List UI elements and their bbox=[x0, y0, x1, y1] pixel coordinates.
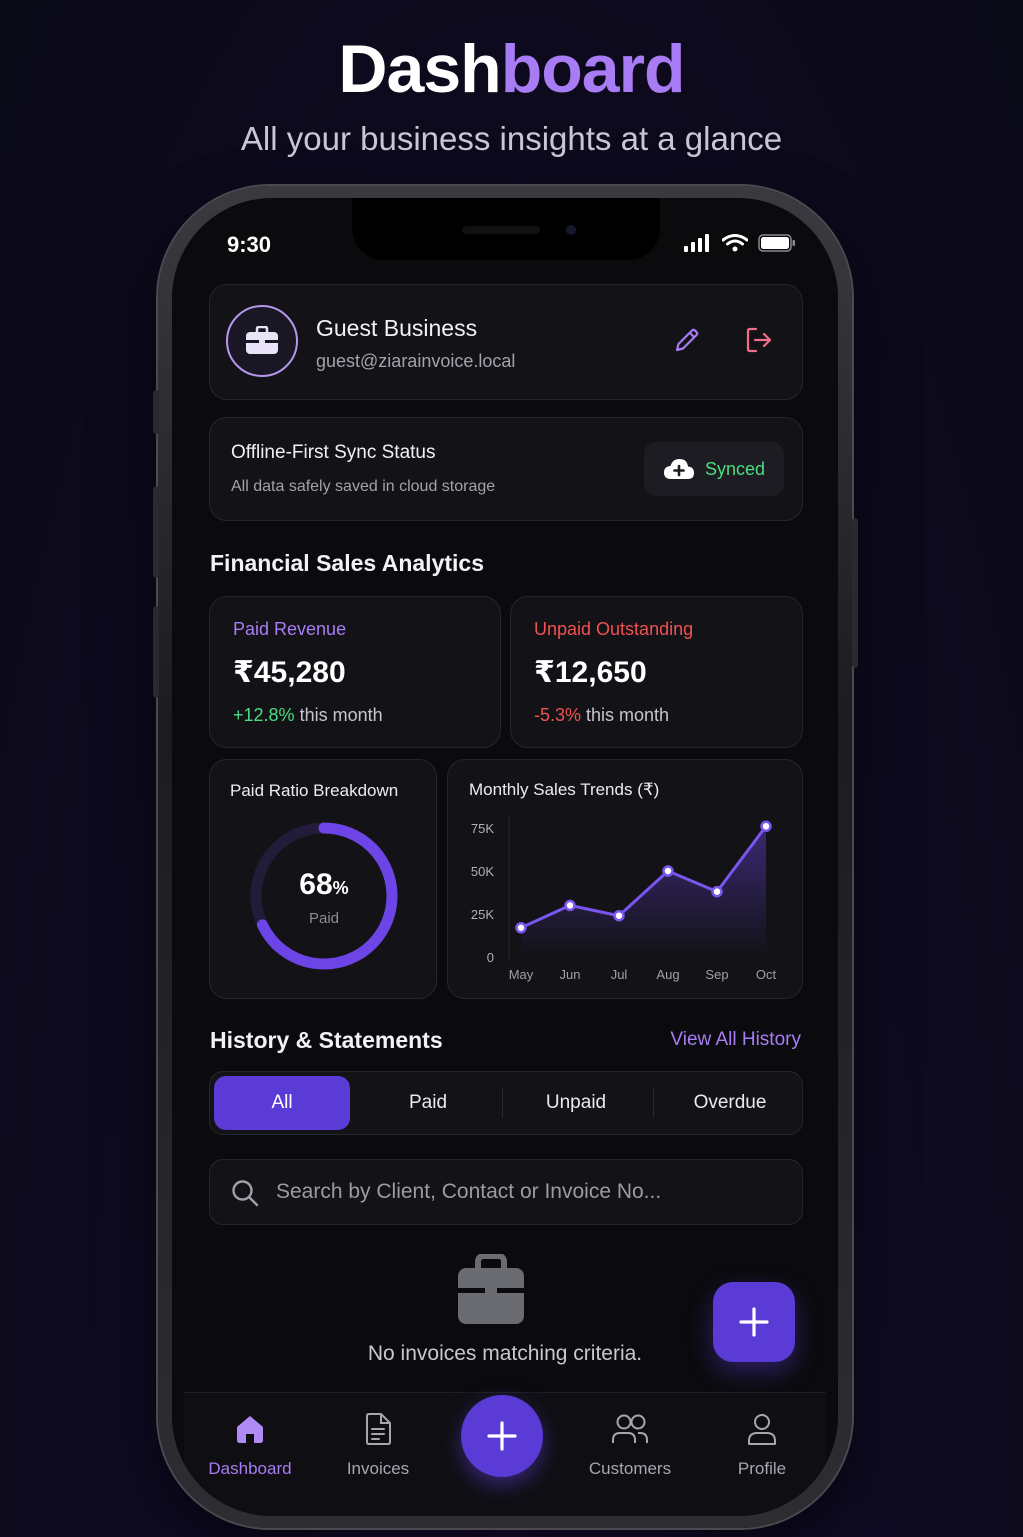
unpaid-change-percent: -5.3% bbox=[534, 705, 582, 725]
avatar[interactable] bbox=[226, 305, 298, 377]
empty-briefcase-icon bbox=[458, 1254, 524, 1324]
speaker bbox=[462, 226, 540, 234]
sales-data-point bbox=[613, 909, 625, 922]
paid-ratio-caption: Paid bbox=[308, 910, 340, 927]
notch bbox=[352, 198, 660, 260]
briefcase-icon bbox=[246, 326, 278, 354]
nav-customers[interactable]: Customers bbox=[575, 1411, 685, 1479]
nav-invoices[interactable]: Invoices bbox=[323, 1411, 433, 1479]
paid-change-percent: +12.8% bbox=[233, 705, 295, 725]
paid-revenue-label: Paid Revenue bbox=[233, 619, 347, 639]
paid-revenue-value: ₹45,280 bbox=[233, 656, 346, 689]
nav-dashboard-label: Dashboard bbox=[208, 1459, 292, 1478]
tab-divider bbox=[653, 1088, 654, 1118]
sync-status-label: Synced bbox=[704, 458, 766, 479]
search-icon bbox=[232, 1180, 259, 1207]
tab-all[interactable]: All bbox=[214, 1076, 350, 1130]
plus-icon bbox=[487, 1421, 517, 1451]
tab-paid[interactable]: Paid bbox=[360, 1076, 496, 1130]
home-icon bbox=[237, 1416, 263, 1443]
nav-dashboard[interactable]: Dashboard bbox=[195, 1411, 305, 1479]
x-tick-label: Oct bbox=[756, 967, 777, 982]
plus-icon bbox=[739, 1307, 769, 1337]
donut-center: 68% bbox=[210, 868, 438, 902]
sales-data-point bbox=[662, 865, 674, 877]
battery-icon bbox=[758, 234, 795, 252]
paid-revenue-card[interactable]: Paid Revenue ₹45,280 +12.8% this month bbox=[209, 596, 501, 748]
sales-data-point bbox=[515, 922, 527, 934]
mute-switch bbox=[153, 390, 159, 434]
unpaid-outstanding-value: ₹12,650 bbox=[534, 656, 647, 689]
y-tick-label: 25K bbox=[471, 907, 494, 922]
logout-icon bbox=[746, 327, 772, 353]
document-icon bbox=[366, 1413, 391, 1445]
x-tick-label: May bbox=[509, 967, 534, 982]
tab-divider bbox=[502, 1088, 503, 1118]
nav-invoices-label: Invoices bbox=[346, 1459, 410, 1478]
tab-unpaid[interactable]: Unpaid bbox=[508, 1076, 644, 1130]
nav-profile[interactable]: Profile bbox=[707, 1411, 817, 1479]
wifi-icon bbox=[722, 234, 748, 252]
new-invoice-fab[interactable] bbox=[713, 1282, 795, 1362]
sync-status-badge[interactable]: Synced bbox=[644, 442, 784, 496]
x-tick-label: Jun bbox=[560, 967, 581, 982]
paid-revenue-change: +12.8% this month bbox=[233, 705, 383, 726]
profile-card: Guest Business guest@ziarainvoice.local bbox=[209, 284, 803, 400]
x-tick-label: Aug bbox=[656, 967, 679, 982]
hero-subtitle: All your business insights at a glance bbox=[240, 120, 783, 157]
unpaid-outstanding-label: Unpaid Outstanding bbox=[534, 619, 694, 639]
x-tick-label: Sep bbox=[705, 967, 728, 982]
volume-down-button bbox=[153, 606, 159, 698]
sync-status-card: Offline-First Sync Status All data safel… bbox=[209, 417, 803, 521]
history-section-title: History & Statements bbox=[210, 1027, 443, 1053]
hero-title: Dashboard bbox=[0, 30, 1023, 108]
sales-trend-chart: 0 25K 50K 75K May Jun Jul Aug Sep Oct bbox=[471, 815, 777, 982]
front-camera bbox=[566, 225, 576, 235]
unpaid-outstanding-card[interactable]: Unpaid Outstanding ₹12,650 -5.3% this mo… bbox=[510, 596, 803, 748]
sales-trend-card: Monthly Sales Trends (₹) 0 25K 50K 75K May Ju… bbox=[447, 759, 803, 999]
search-bar[interactable]: Search by Client, Contact or Invoice No.… bbox=[209, 1159, 803, 1225]
unpaid-change-period: this month bbox=[581, 705, 670, 725]
edit-profile-button[interactable] bbox=[670, 323, 704, 357]
power-button bbox=[852, 518, 858, 668]
analytics-section-title: Financial Sales Analytics bbox=[210, 550, 484, 576]
y-tick-label: 50K bbox=[471, 864, 494, 879]
y-tick-label: 75K bbox=[471, 821, 494, 836]
paid-ratio-card: Paid Ratio Breakdown 68% Paid bbox=[209, 759, 437, 999]
search-input[interactable]: Search by Client, Contact or Invoice No.… bbox=[276, 1180, 661, 1204]
business-name: Guest Business bbox=[316, 315, 478, 341]
paid-ratio-value: 68 bbox=[299, 868, 333, 901]
nav-customers-label: Customers bbox=[588, 1459, 672, 1478]
nav-add-button[interactable] bbox=[461, 1395, 543, 1477]
sales-data-point bbox=[564, 899, 576, 912]
phone-screen: 9:30 Guest Business guest@ziarainvoice.l… bbox=[172, 198, 838, 1516]
nav-profile-label: Profile bbox=[737, 1459, 787, 1478]
hero-title-part1: Dash bbox=[338, 31, 501, 107]
logout-button[interactable] bbox=[742, 323, 776, 357]
view-all-history-link[interactable]: View All History bbox=[670, 1029, 801, 1051]
status-icons bbox=[684, 234, 796, 252]
history-filter-tabs: All Paid Unpaid Overdue bbox=[209, 1071, 803, 1135]
paid-ratio-unit: % bbox=[332, 878, 349, 898]
users-icon bbox=[612, 1414, 648, 1443]
status-time: 9:30 bbox=[227, 232, 272, 257]
unpaid-outstanding-change: -5.3% this month bbox=[534, 705, 669, 726]
sync-title: Offline-First Sync Status bbox=[231, 442, 436, 463]
sync-subtitle: All data safely saved in cloud storage bbox=[231, 478, 496, 495]
user-icon bbox=[748, 1414, 776, 1445]
sales-data-point bbox=[711, 885, 723, 898]
x-tick-label: Jul bbox=[611, 967, 628, 982]
tab-overdue[interactable]: Overdue bbox=[660, 1076, 800, 1130]
sales-data-point bbox=[760, 820, 772, 833]
pencil-icon bbox=[675, 328, 699, 352]
cloud-upload-icon bbox=[663, 459, 694, 479]
y-tick-label: 0 bbox=[487, 950, 494, 965]
business-email: guest@ziarainvoice.local bbox=[316, 351, 516, 371]
hero-title-part2: board bbox=[500, 31, 686, 107]
signal-icon bbox=[684, 234, 709, 252]
volume-up-button bbox=[153, 486, 159, 578]
paid-change-period: this month bbox=[294, 705, 383, 725]
